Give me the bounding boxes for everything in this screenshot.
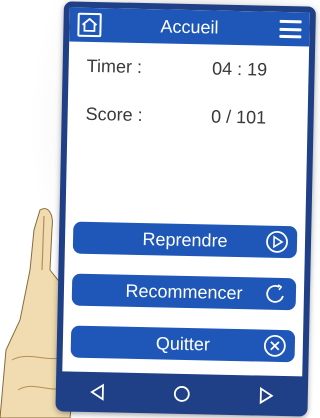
resume-label: Reprendre [142, 228, 228, 251]
restart-circle-icon [266, 284, 284, 303]
home-circle-icon[interactable] [170, 382, 194, 406]
timer-label: Timer : [86, 55, 143, 78]
app-screen: Accueil Timer : 04 : 19 Score : 0 / 101 … [62, 7, 310, 377]
house-glyph [81, 17, 98, 32]
quit-button[interactable]: Quitter [70, 325, 296, 363]
score-label: Score : [85, 103, 143, 126]
forward-triangle-icon[interactable] [254, 383, 278, 407]
resume-button[interactable]: Reprendre [72, 221, 298, 259]
back-triangle-icon[interactable] [86, 380, 110, 404]
page-title: Accueil [160, 15, 219, 38]
phone-frame: Accueil Timer : 04 : 19 Score : 0 / 101 … [55, 1, 316, 417]
home-icon[interactable] [77, 12, 102, 38]
play-circle-icon [266, 230, 288, 253]
timer-value: 04 : 19 [211, 58, 268, 80]
timer-row: Timer : 04 : 19 [86, 56, 294, 81]
close-circle-icon [263, 334, 286, 357]
system-navbar [56, 375, 309, 412]
quit-label: Quitter [155, 332, 211, 354]
restart-button[interactable]: Recommencer [71, 273, 297, 311]
score-value: 0 / 101 [210, 106, 267, 128]
hamburger-menu-icon[interactable] [279, 19, 302, 39]
score-row: Score : 0 / 101 [85, 104, 293, 129]
top-bar: Accueil [69, 7, 310, 47]
restart-label: Recommencer [125, 280, 243, 303]
